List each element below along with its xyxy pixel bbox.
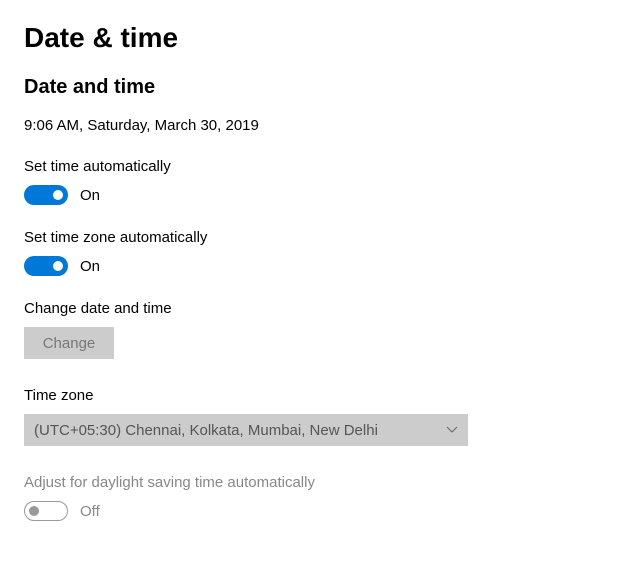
change-button: Change xyxy=(24,327,114,359)
chevron-down-icon xyxy=(446,424,458,436)
toggle-knob-icon xyxy=(29,506,39,516)
change-datetime-label: Change date and time xyxy=(24,300,619,317)
dst-label: Adjust for daylight saving time automati… xyxy=(24,474,619,491)
timezone-selected-value: (UTC+05:30) Chennai, Kolkata, Mumbai, Ne… xyxy=(34,422,378,439)
page-title: Date & time xyxy=(24,22,619,54)
current-datetime: 9:06 AM, Saturday, March 30, 2019 xyxy=(24,117,619,134)
set-time-auto-toggle[interactable] xyxy=(24,185,68,205)
toggle-knob-icon xyxy=(53,190,63,200)
set-timezone-auto-state: On xyxy=(80,258,100,275)
timezone-dropdown: (UTC+05:30) Chennai, Kolkata, Mumbai, Ne… xyxy=(24,414,468,446)
toggle-knob-icon xyxy=(53,261,63,271)
set-timezone-auto-toggle[interactable] xyxy=(24,256,68,276)
set-timezone-auto-label: Set time zone automatically xyxy=(24,229,619,246)
set-time-auto-state: On xyxy=(80,187,100,204)
set-time-auto-label: Set time automatically xyxy=(24,158,619,175)
dst-state: Off xyxy=(80,503,100,520)
dst-toggle xyxy=(24,501,68,521)
timezone-label: Time zone xyxy=(24,387,619,404)
section-title-date-and-time: Date and time xyxy=(24,76,619,99)
